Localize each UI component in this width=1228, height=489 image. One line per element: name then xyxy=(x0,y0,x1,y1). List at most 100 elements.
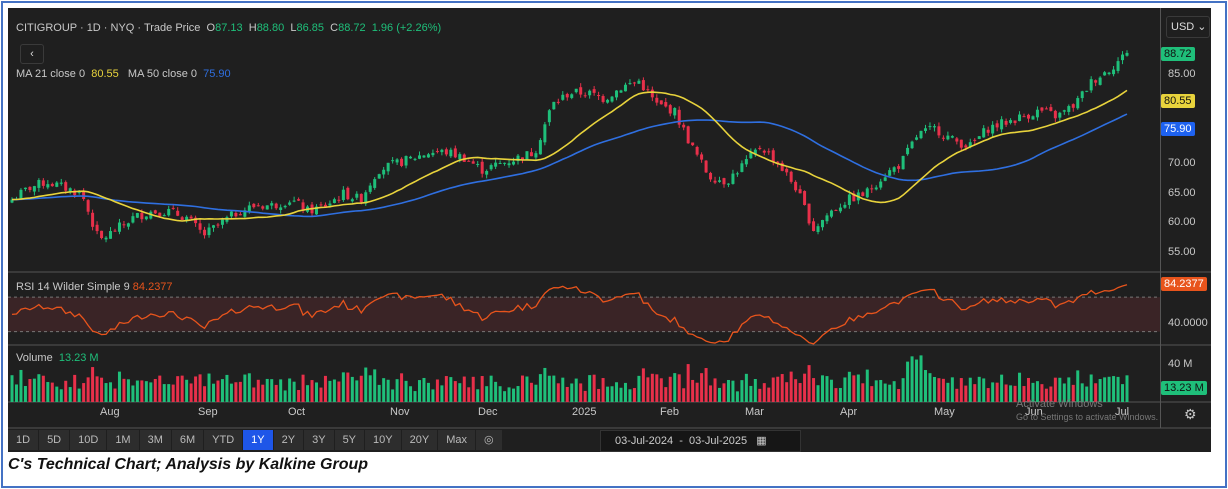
volume-bar xyxy=(798,383,802,402)
range-button-2y[interactable]: 2Y xyxy=(273,430,304,450)
candle-body xyxy=(391,160,395,162)
volume-bar xyxy=(520,375,524,402)
candle-body xyxy=(843,204,847,208)
candle-body xyxy=(686,126,690,144)
candle-body xyxy=(1031,116,1035,120)
volume-bar xyxy=(234,382,238,402)
candle-body xyxy=(1071,104,1075,108)
candle-body xyxy=(270,203,274,206)
ma21-value: 80.55 xyxy=(91,68,119,80)
candle-body xyxy=(579,87,583,95)
candle-body xyxy=(879,181,883,188)
volume-bar xyxy=(932,376,936,402)
volume-bar xyxy=(623,382,627,402)
candle-body xyxy=(512,161,516,165)
candle-body xyxy=(346,187,350,200)
range-button-10d[interactable]: 10D xyxy=(70,430,107,450)
volume-bar xyxy=(529,382,533,402)
currency-select[interactable]: USD ⌄ xyxy=(1166,16,1210,38)
candle-body xyxy=(1040,107,1044,111)
collapse-legend-button[interactable]: ‹ xyxy=(20,44,44,64)
volume-bar xyxy=(682,388,686,402)
volume-bar xyxy=(655,374,659,402)
settings-icon[interactable]: ⚙ xyxy=(1184,406,1197,423)
price-axis-tick: 55.00 xyxy=(1168,245,1196,258)
candle-body xyxy=(615,90,619,98)
candle-body xyxy=(19,189,23,199)
candle-body xyxy=(417,155,421,159)
range-button-20y[interactable]: 20Y xyxy=(401,430,438,450)
candle-body xyxy=(341,189,345,201)
range-button-10y[interactable]: 10Y xyxy=(365,430,401,450)
volume-bar xyxy=(597,388,601,402)
volume-bar xyxy=(149,382,153,402)
candle-body xyxy=(467,160,471,162)
candle-body xyxy=(422,155,426,158)
candle-body xyxy=(821,220,825,228)
volume-bar xyxy=(207,373,211,402)
date-to: 03-Jul-2025 xyxy=(689,435,748,447)
volume-bar xyxy=(346,372,350,402)
range-button-max[interactable]: Max xyxy=(438,430,475,450)
range-button-3m[interactable]: 3M xyxy=(139,430,171,450)
volume-bar xyxy=(538,374,542,402)
candle-body xyxy=(1000,119,1004,130)
candle-body xyxy=(135,213,139,218)
ma50-price-tag: 75.90 xyxy=(1161,122,1195,136)
volume-bar xyxy=(803,373,807,402)
range-button-3y[interactable]: 3Y xyxy=(304,430,334,450)
candle-body xyxy=(283,205,287,208)
volume-bar xyxy=(838,387,842,402)
volume-bar xyxy=(395,379,399,402)
candle-body xyxy=(37,179,41,188)
range-button-5d[interactable]: 5D xyxy=(39,430,70,450)
volume-bar xyxy=(735,391,739,402)
candle-body xyxy=(144,216,148,220)
candle-body xyxy=(50,183,54,187)
volume-bar xyxy=(785,382,789,402)
candle-body xyxy=(910,141,914,149)
volume-bar xyxy=(167,384,171,402)
volume-bar xyxy=(23,385,27,402)
range-button-1y[interactable]: 1Y xyxy=(243,430,273,450)
volume-bar xyxy=(265,378,269,402)
candle-body xyxy=(1107,72,1111,75)
range-button-1d[interactable]: 1D xyxy=(8,430,39,450)
volume-bar xyxy=(435,379,439,402)
volume-bar xyxy=(153,379,157,402)
range-button-ytd[interactable]: YTD xyxy=(204,430,243,450)
volume-bar xyxy=(82,383,86,402)
volume-bar xyxy=(471,376,475,402)
candle-body xyxy=(288,202,292,205)
volume-bar xyxy=(377,384,381,402)
range-button-6m[interactable]: 6M xyxy=(171,430,204,450)
volume-bar xyxy=(212,383,216,402)
volume-bar xyxy=(319,387,323,402)
candle-body xyxy=(977,136,981,139)
candle-body xyxy=(682,124,686,128)
volume-bar xyxy=(852,375,856,402)
range-settings-icon[interactable]: ◎ xyxy=(475,430,502,450)
candle-body xyxy=(386,162,390,172)
volume-bar xyxy=(431,389,435,402)
volume-bar xyxy=(1125,375,1129,402)
volume-bar xyxy=(73,374,77,402)
volume-bar xyxy=(50,382,54,402)
candle-body xyxy=(713,180,717,183)
range-button-5y[interactable]: 5Y xyxy=(334,430,365,450)
volume-bar xyxy=(77,388,81,402)
candle-body xyxy=(207,227,211,236)
candle-body xyxy=(100,230,104,239)
volume-bar xyxy=(883,383,887,402)
range-button-1m[interactable]: 1M xyxy=(107,430,139,450)
candle-body xyxy=(610,96,614,102)
candle-body xyxy=(718,180,722,182)
chart-title: CITIGROUP · 1D · NYQ · Trade Price O87.1… xyxy=(16,22,441,34)
date-range-picker[interactable]: 03-Jul-2024 - 03-Jul-2025 ▦ xyxy=(600,430,801,452)
time-axis-label: Dec xyxy=(478,406,498,418)
volume-bar xyxy=(382,378,386,402)
change-value: 1.96 (+2.26%) xyxy=(371,22,442,34)
rsi-value: 84.2377 xyxy=(132,281,173,293)
candle-body xyxy=(382,169,386,175)
candle-body xyxy=(162,215,166,217)
